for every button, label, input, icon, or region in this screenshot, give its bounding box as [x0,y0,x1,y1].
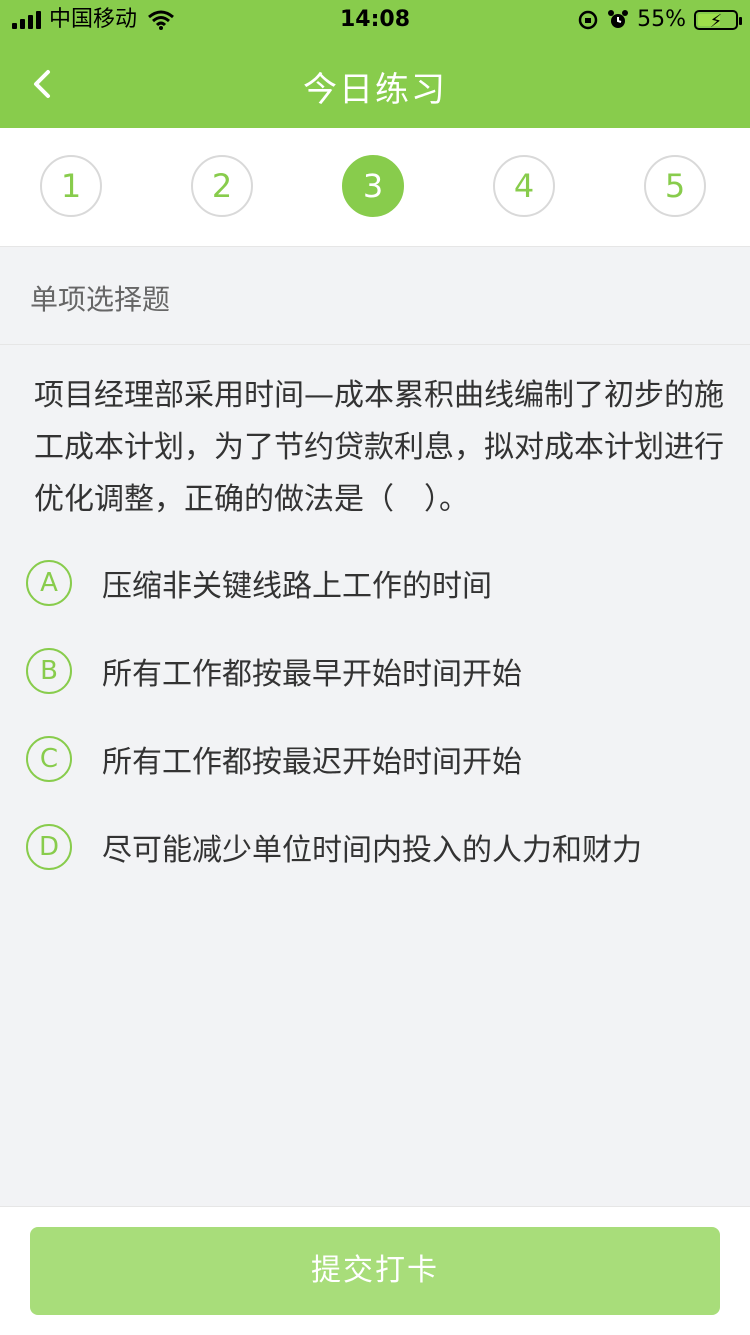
app-header: 中国移动 14:08 55% ⚡ 今日练习 [0,0,750,128]
step-5[interactable]: 5 [644,155,706,217]
option-b[interactable]: B 所有工作都按最早开始时间开始 [26,646,726,696]
step-2[interactable]: 2 [191,155,253,217]
step-1[interactable]: 1 [40,155,102,217]
status-right: 55% ⚡ [577,0,742,40]
option-letter: C [26,736,72,782]
step-4[interactable]: 4 [493,155,555,217]
battery-icon: ⚡ [694,10,742,32]
option-c[interactable]: C 所有工作都按最迟开始时间开始 [26,734,726,784]
option-letter: B [26,648,72,694]
footer-bar: 提交打卡 [0,1206,750,1335]
option-a[interactable]: A 压缩非关键线路上工作的时间 [26,558,726,608]
question-stepper: 1 2 3 4 5 [0,128,750,247]
option-letter: D [26,824,72,870]
question-text: 项目经理部采用时间—成本累积曲线编制了初步的施工成本计划，为了节约贷款利息，拟对… [34,378,724,517]
status-bar: 中国移动 14:08 55% ⚡ [0,0,750,40]
option-text: 所有工作都按最早开始时间开始 [102,657,522,692]
question-type: 单项选择题 [0,247,750,345]
nav-bar: 今日练习 [0,40,750,128]
rotation-lock-icon [578,10,598,30]
battery-percent: 55% [637,7,686,32]
page-title: 今日练习 [303,70,447,110]
option-text: 压缩非关键线路上工作的时间 [102,569,492,604]
alarm-icon [608,10,629,28]
option-d[interactable]: D 尽可能减少单位时间内投入的人力和财力 [26,822,726,872]
option-text: 尽可能减少单位时间内投入的人力和财力 [102,833,642,868]
option-text: 所有工作都按最迟开始时间开始 [102,745,522,780]
step-3-active[interactable]: 3 [342,155,404,217]
option-letter: A [26,560,72,606]
submit-button[interactable]: 提交打卡 [30,1227,720,1315]
